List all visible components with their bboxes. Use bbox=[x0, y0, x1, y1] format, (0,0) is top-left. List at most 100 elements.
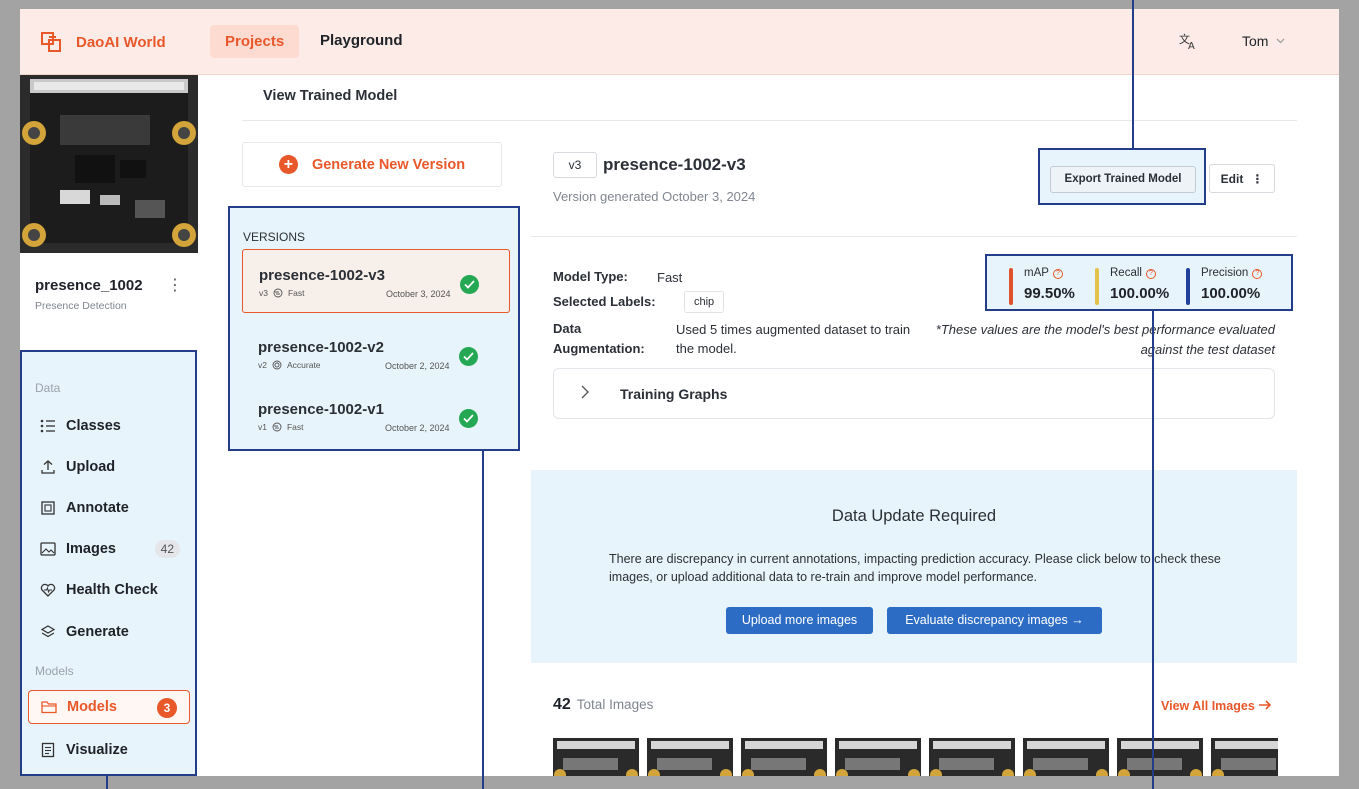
tab-playground[interactable]: Playground bbox=[320, 32, 403, 49]
user-name: Tom bbox=[1242, 33, 1269, 49]
divider bbox=[531, 236, 1297, 237]
app-frame: DaoAI World Projects Playground 文 A Tom … bbox=[20, 9, 1339, 776]
plus-icon: + bbox=[278, 155, 298, 174]
logo-icon bbox=[41, 32, 61, 52]
annotate-icon bbox=[40, 500, 56, 516]
sidebar-item-visualize[interactable]: Visualize bbox=[28, 733, 190, 767]
model-type-value: Fast bbox=[657, 270, 683, 285]
sidebar-item-health-check[interactable]: Health Check bbox=[28, 573, 190, 607]
page-title: View Trained Model bbox=[263, 88, 398, 104]
metrics-note: *These values are the model's best perfo… bbox=[935, 322, 1275, 357]
layers-icon bbox=[40, 624, 56, 640]
brand-name: DaoAI World bbox=[76, 33, 166, 51]
version-date: October 3, 2024 bbox=[386, 289, 451, 299]
sidebar-item-label: Images bbox=[66, 541, 116, 557]
image-thumbnail[interactable] bbox=[1117, 738, 1203, 776]
image-thumbnail[interactable] bbox=[1211, 738, 1278, 776]
view-all-images-link[interactable]: View All Images bbox=[1161, 699, 1272, 713]
metric-label: Recall bbox=[1110, 267, 1142, 279]
edit-label: Edit bbox=[1220, 171, 1244, 186]
speed-icon bbox=[272, 422, 282, 432]
version-card-v3[interactable]: presence-1002-v3 v3 Fast October 3, 2024 bbox=[242, 249, 510, 313]
version-card-v1[interactable]: presence-1002-v1 v1 Fast October 2, 2024 bbox=[242, 384, 510, 448]
metric-value: 99.50% bbox=[1024, 285, 1075, 302]
tab-projects[interactable]: Projects bbox=[210, 25, 300, 58]
edit-button[interactable]: Edit ⋮ bbox=[1209, 164, 1275, 193]
help-icon[interactable]: ? bbox=[1145, 269, 1156, 279]
metric-color-bar bbox=[1095, 268, 1099, 305]
data-update-alert: Data Update Required There are discrepan… bbox=[531, 470, 1297, 663]
sidebar-item-label: Upload bbox=[66, 459, 116, 475]
export-highlight-box: Export Trained Model bbox=[1038, 148, 1206, 205]
versions-panel: VERSIONS presence-1002-v3 v3 Fast Octobe… bbox=[228, 206, 520, 451]
help-icon[interactable]: ? bbox=[1252, 269, 1263, 279]
image-icon bbox=[40, 541, 56, 557]
check-icon bbox=[460, 275, 479, 294]
check-icon bbox=[459, 409, 478, 428]
help-icon[interactable]: ? bbox=[1052, 269, 1063, 279]
project-name: presence_1002 bbox=[35, 277, 143, 294]
sidebar-item-models[interactable]: Models 3 bbox=[28, 690, 190, 724]
view-all-label: View All Images bbox=[1161, 699, 1255, 713]
generate-new-version-button[interactable]: + Generate New Version bbox=[242, 142, 502, 187]
image-thumbnail[interactable] bbox=[929, 738, 1015, 776]
selected-labels-label: Selected Labels: bbox=[553, 294, 656, 309]
callout-line bbox=[1132, 0, 1134, 149]
brand[interactable]: DaoAI World bbox=[40, 31, 166, 53]
version-meta: v1 Fast bbox=[258, 422, 304, 432]
upload-more-images-button[interactable]: Upload more images bbox=[726, 607, 873, 634]
user-menu[interactable]: Tom bbox=[1242, 33, 1285, 49]
callout-line bbox=[1152, 311, 1154, 789]
image-thumbnail[interactable] bbox=[647, 738, 733, 776]
total-images-label: Total Images bbox=[576, 697, 654, 712]
model-name: presence-1002-v3 bbox=[603, 155, 746, 174]
divider bbox=[242, 120, 1297, 121]
version-name: presence-1002-v2 bbox=[258, 339, 384, 356]
model-generated-date: Version generated October 3, 2024 bbox=[553, 189, 756, 204]
section-data-label: Data bbox=[35, 381, 61, 395]
folder-icon bbox=[41, 699, 57, 715]
image-thumbnail[interactable] bbox=[741, 738, 827, 776]
sidebar-item-label: Health Check bbox=[66, 582, 158, 598]
image-thumbnail[interactable] bbox=[835, 738, 921, 776]
sidebar-item-annotate[interactable]: Annotate bbox=[28, 491, 190, 525]
sidebar-item-label: Models bbox=[67, 699, 117, 715]
list-icon bbox=[40, 418, 56, 434]
models-count-badge: 3 bbox=[157, 698, 177, 718]
model-type-label: Model Type: bbox=[553, 269, 628, 284]
version-type: Fast bbox=[287, 288, 305, 298]
training-graphs-accordion[interactable]: Training Graphs bbox=[553, 368, 1275, 419]
total-images-count: 42 bbox=[553, 696, 571, 713]
version-meta: v2 Accurate bbox=[258, 360, 321, 370]
sidebar-item-images[interactable]: Images 42 bbox=[28, 532, 190, 566]
image-thumbnail[interactable] bbox=[1023, 738, 1109, 776]
check-icon bbox=[459, 347, 478, 366]
model-version-tag: v3 bbox=[553, 152, 597, 178]
version-name: presence-1002-v1 bbox=[258, 401, 384, 418]
heart-icon bbox=[40, 582, 56, 598]
evaluate-discrepancy-button[interactable]: Evaluate discrepancy images → bbox=[887, 607, 1102, 634]
augmentation-value: Used 5 times augmented dataset to train … bbox=[676, 322, 911, 356]
version-type: Accurate bbox=[286, 360, 321, 370]
sidebar-item-label: Visualize bbox=[66, 742, 128, 758]
target-icon bbox=[272, 360, 282, 370]
export-trained-model-button[interactable]: Export Trained Model bbox=[1050, 166, 1196, 193]
metric-color-bar bbox=[1186, 268, 1190, 305]
metric-map: mAP? 99.50% bbox=[1009, 264, 1089, 305]
sidebar-item-classes[interactable]: Classes bbox=[28, 409, 190, 443]
version-tag: v1 bbox=[258, 422, 267, 432]
sidebar-item-label: Classes bbox=[66, 418, 121, 434]
version-card-v2[interactable]: presence-1002-v2 v2 Accurate October 2, … bbox=[242, 322, 510, 386]
sidebar-item-label: Generate bbox=[66, 624, 129, 640]
sidebar-item-upload[interactable]: Upload bbox=[28, 450, 190, 484]
total-images: 42 Total Images bbox=[553, 696, 653, 714]
project-more-icon[interactable]: ⋮ bbox=[167, 275, 183, 295]
chevron-down-icon bbox=[1277, 38, 1285, 44]
sidebar-item-generate[interactable]: Generate bbox=[28, 615, 190, 649]
label-chip: chip bbox=[684, 291, 725, 313]
translate-icon[interactable]: 文 A bbox=[1178, 31, 1198, 51]
alert-title: Data Update Required bbox=[831, 507, 997, 525]
image-thumbnail[interactable] bbox=[553, 738, 639, 776]
project-thumbnail bbox=[20, 75, 198, 253]
version-name: presence-1002-v3 bbox=[259, 267, 385, 284]
